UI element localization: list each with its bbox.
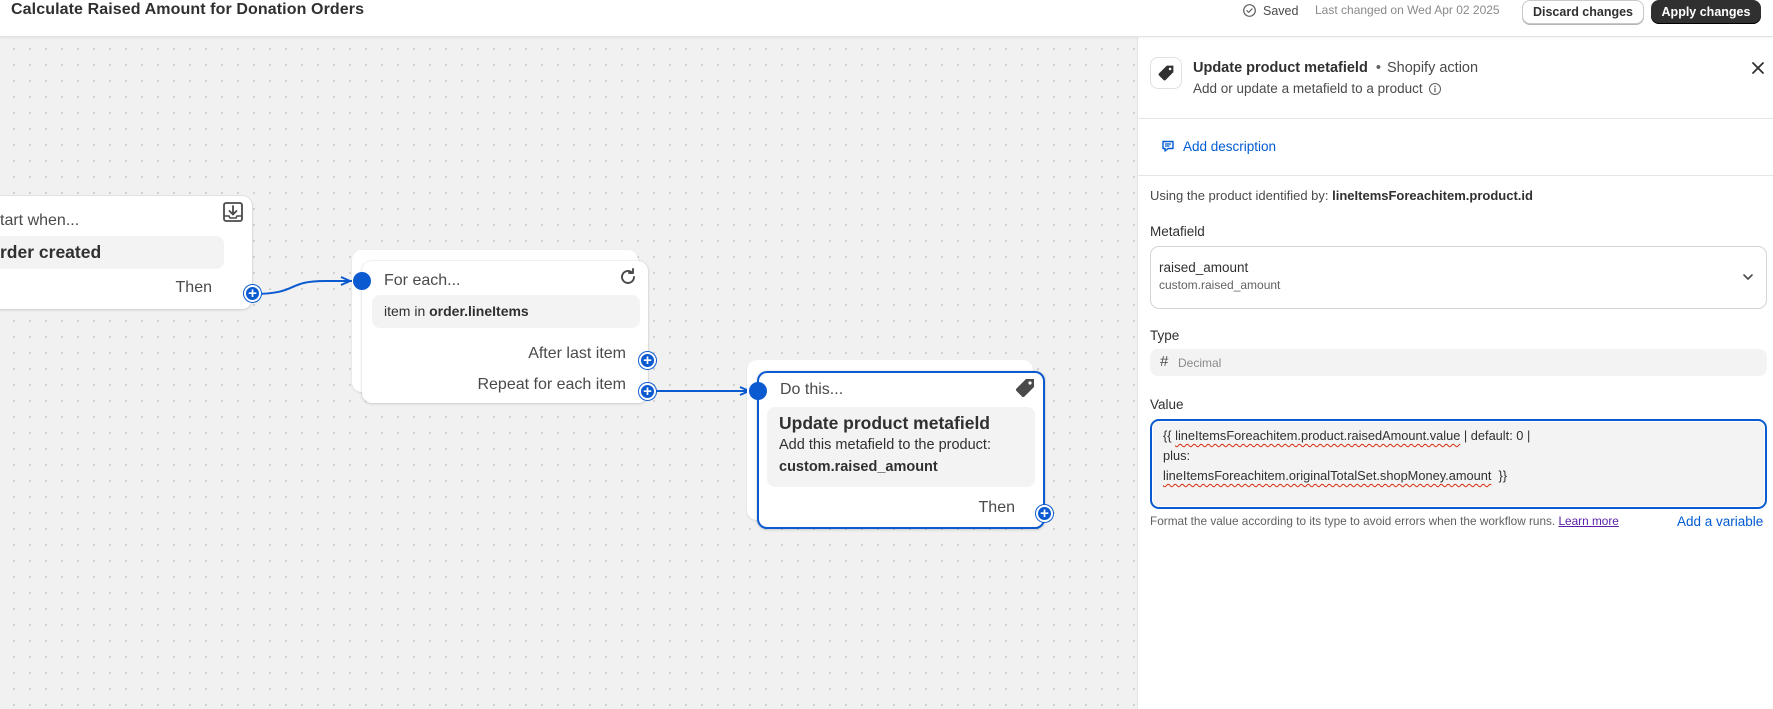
last-changed-text: Last changed on Wed Apr 02 2025 bbox=[1315, 3, 1500, 17]
refresh-icon bbox=[621, 268, 635, 284]
foreach-item-text: item in order.lineItems bbox=[384, 303, 529, 319]
action-body: Update product metafield Add this metafi… bbox=[767, 407, 1035, 487]
type-value: Decimal bbox=[1178, 356, 1222, 370]
action-metafield: custom.raised_amount bbox=[779, 459, 938, 475]
description-row: Add description bbox=[1138, 119, 1773, 176]
value-line3-close: }} bbox=[1491, 468, 1508, 483]
action-then-port[interactable]: + bbox=[1036, 505, 1053, 522]
action-then-label: Then bbox=[978, 499, 1015, 516]
saved-status: Saved bbox=[1242, 3, 1298, 18]
trigger-body: rder created bbox=[0, 236, 224, 269]
value-textarea[interactable]: {{ lineItemsForeachitem.product.raisedAm… bbox=[1150, 419, 1767, 509]
apply-changes-button[interactable]: Apply changes bbox=[1651, 0, 1761, 24]
panel-subtitle: Add or update a metafield to a product bbox=[1193, 81, 1423, 96]
using-value: lineItemsForeachitem.product.id bbox=[1332, 188, 1533, 203]
close-icon[interactable] bbox=[1749, 59, 1767, 77]
foreach-heading: For each... bbox=[384, 272, 461, 289]
tag-icon bbox=[1158, 65, 1174, 81]
trigger-then-port[interactable]: + bbox=[244, 285, 261, 302]
trigger-title: rder created bbox=[0, 242, 102, 262]
panel-header: Update product metafield • Shopify actio… bbox=[1138, 37, 1773, 119]
metafield-name: raised_amount bbox=[1159, 260, 1249, 275]
foreach-item-source: order.lineItems bbox=[429, 303, 529, 319]
trigger-heading: tart when... bbox=[0, 212, 80, 229]
add-variable-link[interactable]: Add a variable bbox=[1677, 514, 1763, 529]
panel-source: Shopify action bbox=[1386, 60, 1479, 76]
discard-changes-button[interactable]: Discard changes bbox=[1522, 0, 1644, 24]
info-icon[interactable] bbox=[1428, 82, 1442, 96]
workflow-canvas[interactable]: tart when... rder created Then + For eac… bbox=[0, 37, 1137, 709]
repeat-for-each-label: Repeat for each item bbox=[477, 376, 626, 393]
using-prefix: Using the product identified by: bbox=[1150, 188, 1329, 203]
metafield-key: custom.raised_amount bbox=[1159, 278, 1281, 292]
foreach-node[interactable]: For each... item in order.lineItems Afte… bbox=[362, 261, 648, 403]
value-line1-rest: | default: 0 | bbox=[1460, 428, 1531, 443]
saved-label: Saved bbox=[1263, 3, 1299, 18]
note-icon bbox=[1162, 140, 1174, 152]
metafield-label: Metafield bbox=[1150, 224, 1205, 239]
action-title: Update product metafield bbox=[779, 413, 990, 433]
value-line-3: lineItemsForeachitem.originalTotalSet.sh… bbox=[1163, 468, 1507, 483]
foreach-body: item in order.lineItems bbox=[372, 295, 640, 328]
type-label: Type bbox=[1150, 328, 1180, 343]
value-line-2: plus: bbox=[1163, 448, 1191, 463]
panel-title-row: Update product metafield • Shopify actio… bbox=[1193, 60, 1478, 76]
repeat-for-each-port[interactable]: + bbox=[639, 383, 656, 400]
foreach-item-prefix: item in bbox=[384, 303, 430, 319]
helper-text: Format the value according to its type t… bbox=[1150, 514, 1559, 528]
value-line1-open: {{ bbox=[1163, 428, 1176, 443]
top-bar: Calculate Raised Amount for Donation Ord… bbox=[0, 0, 1773, 37]
action-input-port[interactable] bbox=[749, 382, 767, 400]
trigger-node[interactable]: tart when... rder created Then bbox=[0, 196, 252, 309]
learn-more-link[interactable]: Learn more bbox=[1559, 514, 1619, 528]
title-separator: • bbox=[1375, 60, 1381, 76]
value-line3-variable: lineItemsForeachitem.originalTotalSet.sh… bbox=[1163, 468, 1492, 483]
action-badge bbox=[1150, 57, 1182, 89]
action-config-panel: Update product metafield • Shopify actio… bbox=[1137, 37, 1773, 709]
action-description: Add this metafield to the product: bbox=[779, 437, 991, 453]
panel-title: Update product metafield bbox=[1193, 60, 1368, 76]
action-heading: Do this... bbox=[780, 381, 844, 398]
value-line1-variable: lineItemsForeachitem.product.raisedAmoun… bbox=[1175, 428, 1461, 443]
foreach-input-port[interactable] bbox=[353, 272, 371, 290]
trigger-then-label: Then bbox=[175, 279, 212, 296]
value-helper-text: Format the value according to its type t… bbox=[1150, 514, 1619, 528]
using-product-text: Using the product identified by: lineIte… bbox=[1150, 188, 1533, 203]
tag-icon bbox=[1015, 379, 1034, 398]
value-line-1: {{ lineItemsForeachitem.product.raisedAm… bbox=[1163, 428, 1530, 443]
hash-icon: # bbox=[1160, 353, 1169, 370]
after-last-item-label: After last item bbox=[528, 345, 626, 362]
check-circle-icon bbox=[1243, 4, 1256, 17]
download-tray-icon bbox=[223, 202, 243, 222]
after-last-item-port[interactable]: + bbox=[639, 352, 656, 369]
panel-subtitle-row: Add or update a metafield to a product bbox=[1193, 81, 1442, 96]
type-field: # Decimal bbox=[1150, 349, 1767, 376]
add-description-label: Add description bbox=[1183, 138, 1277, 154]
metafield-select[interactable]: raised_amount custom.raised_amount bbox=[1150, 246, 1767, 309]
workflow-title: Calculate Raised Amount for Donation Ord… bbox=[11, 1, 365, 18]
value-label: Value bbox=[1150, 397, 1184, 412]
chevron-down-icon bbox=[1743, 274, 1753, 280]
action-node[interactable]: Do this... Update product metafield Add … bbox=[757, 371, 1045, 529]
add-description-button[interactable]: Add description bbox=[1160, 138, 1276, 154]
